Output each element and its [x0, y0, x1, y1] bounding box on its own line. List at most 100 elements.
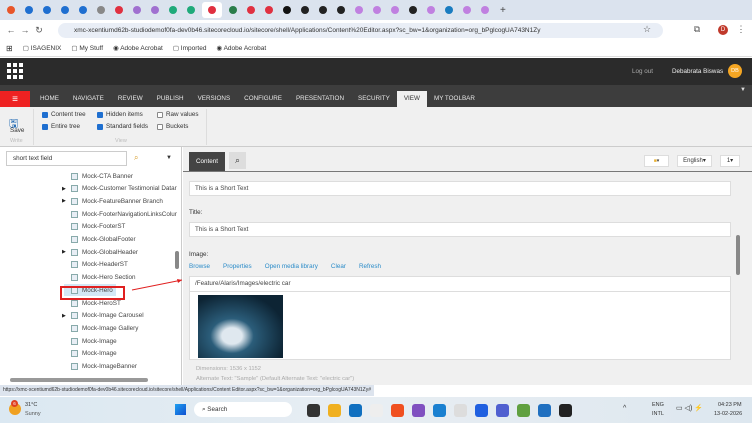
- browser-tab[interactable]: [406, 4, 420, 16]
- image-action-clear[interactable]: Clear: [331, 263, 346, 270]
- checkbox-buckets[interactable]: Buckets: [157, 123, 188, 130]
- star-icon[interactable]: ☆: [640, 24, 654, 35]
- browser-tab[interactable]: [298, 4, 312, 16]
- tree-item[interactable]: Mock-Image: [64, 348, 117, 360]
- browser-tab[interactable]: [22, 4, 36, 16]
- browser-tab[interactable]: [226, 4, 240, 16]
- browser-tab[interactable]: [478, 4, 492, 16]
- ribbon-tab-home[interactable]: HOME: [33, 91, 66, 107]
- browser-tab[interactable]: [316, 4, 330, 16]
- expand-arrow-icon[interactable]: ▶: [62, 186, 66, 192]
- tree-item[interactable]: Mock-FooterST: [64, 221, 125, 233]
- browser-tab[interactable]: [280, 4, 294, 16]
- checkbox-box[interactable]: [42, 123, 48, 130]
- forward-icon[interactable]: →: [18, 25, 32, 35]
- taskbar-app-icon[interactable]: [328, 404, 341, 417]
- browser-tab[interactable]: [262, 4, 276, 16]
- ribbon-tab-configure[interactable]: CONFIGURE: [237, 91, 289, 107]
- image-action-properties[interactable]: Properties: [223, 263, 252, 270]
- ribbon-collapse-icon[interactable]: ▼: [740, 87, 746, 93]
- ribbon-tab-security[interactable]: SECURITY: [351, 91, 397, 107]
- search-dropdown-icon[interactable]: ▼: [166, 155, 172, 161]
- browser-tab[interactable]: [76, 4, 90, 16]
- browser-tab[interactable]: [184, 4, 198, 16]
- bookmark[interactable]: ◉ Adobe Acrobat: [113, 44, 163, 52]
- image-action-refresh[interactable]: Refresh: [359, 263, 381, 270]
- browser-tab[interactable]: [130, 4, 144, 16]
- tree-vertical-scrollbar[interactable]: [175, 251, 179, 269]
- clock-date[interactable]: 13-02-2026: [714, 411, 742, 417]
- taskbar-app-icon[interactable]: [433, 404, 446, 417]
- menu-icon[interactable]: ⋮: [734, 24, 748, 35]
- browser-tab[interactable]: [202, 2, 222, 18]
- browser-tab[interactable]: [112, 4, 126, 16]
- tree-item[interactable]: Mock-CTA Banner: [64, 170, 133, 182]
- tree-item[interactable]: Mock-HeaderST: [64, 259, 128, 271]
- taskbar-search[interactable]: ⌕ Search: [194, 402, 292, 417]
- ribbon-tab-presentation[interactable]: PRESENTATION: [289, 91, 351, 107]
- browser-tab[interactable]: [460, 4, 474, 16]
- checkbox-content-tree[interactable]: Content tree: [42, 111, 86, 118]
- taskbar-app-icon[interactable]: [559, 404, 572, 417]
- ribbon-tab-view[interactable]: VIEW: [396, 91, 427, 107]
- browser-tab[interactable]: [370, 4, 384, 16]
- title-field[interactable]: This is a Short Text: [189, 222, 731, 237]
- logout-link[interactable]: Log out: [632, 68, 653, 75]
- tree-item[interactable]: Mock-FooterNavigationLinksColur: [64, 208, 177, 220]
- language-dropdown[interactable]: English▾: [677, 155, 712, 167]
- network-sound-icons[interactable]: ▭ ◁) ⚡: [676, 404, 703, 412]
- expand-arrow-icon[interactable]: ▶: [62, 198, 66, 204]
- expand-arrow-icon[interactable]: ▶: [62, 249, 66, 255]
- taskbar-app-icon[interactable]: [538, 404, 551, 417]
- browser-tab[interactable]: [244, 4, 258, 16]
- bookmark[interactable]: ▢ My Stuff: [71, 44, 103, 52]
- checkbox-box[interactable]: [97, 123, 103, 130]
- ribbon-tab-navigate[interactable]: NAVIGATE: [66, 91, 111, 107]
- taskbar-app-icon[interactable]: [391, 404, 404, 417]
- reload-icon[interactable]: ↻: [32, 25, 46, 36]
- taskbar-app-icon[interactable]: [454, 404, 467, 417]
- checkbox-standard-fields[interactable]: Standard fields: [97, 123, 148, 130]
- tree-item[interactable]: ▶ Mock-GlobalHeader: [62, 246, 138, 258]
- user-avatar[interactable]: DB: [728, 64, 742, 78]
- browser-tab[interactable]: [40, 4, 54, 16]
- language-indicator[interactable]: ENG: [652, 402, 664, 408]
- tree-item[interactable]: ▶ Mock-FeatureBanner Branch: [62, 195, 163, 207]
- taskbar-app-icon[interactable]: [475, 404, 488, 417]
- short-text-field[interactable]: This is a Short Text: [189, 181, 731, 196]
- extensions-icon[interactable]: ⧉: [690, 24, 704, 35]
- browser-tab[interactable]: [166, 4, 180, 16]
- taskbar-app-icon[interactable]: [349, 404, 362, 417]
- checkbox-box[interactable]: [42, 111, 48, 118]
- checkbox-entire-tree[interactable]: Entire tree: [42, 123, 80, 130]
- tree-item[interactable]: ▶ Mock-Image Carousel: [62, 310, 144, 322]
- tree-item[interactable]: Mock-GlobalFooter: [64, 234, 136, 246]
- hamburger-menu-icon[interactable]: ≡: [0, 91, 30, 107]
- browser-tab[interactable]: [58, 4, 72, 16]
- editor-vertical-scrollbar[interactable]: [736, 235, 740, 275]
- clock-time[interactable]: 04:23 PM: [718, 402, 742, 408]
- browser-tab[interactable]: [148, 4, 162, 16]
- ribbon-tab-review[interactable]: REVIEW: [111, 91, 150, 107]
- back-icon[interactable]: ←: [4, 25, 18, 35]
- profile-avatar[interactable]: D: [718, 25, 728, 35]
- save-button[interactable]: Save: [10, 127, 24, 134]
- image-action-open-media-library[interactable]: Open media library: [265, 263, 318, 270]
- ribbon-tab-my-toolbar[interactable]: MY TOOLBAR: [427, 91, 482, 107]
- new-tab-button[interactable]: +: [500, 5, 506, 16]
- search-tab-icon[interactable]: ⌕: [229, 152, 246, 169]
- browser-tab[interactable]: [334, 4, 348, 16]
- apps-icon[interactable]: ⊞: [6, 44, 13, 53]
- browser-tab[interactable]: [352, 4, 366, 16]
- browser-tab[interactable]: [94, 4, 108, 16]
- ribbon-tab-publish[interactable]: PUBLISH: [150, 91, 191, 107]
- browser-tab[interactable]: [388, 4, 402, 16]
- bookmark[interactable]: ▢ ISAGENIX: [23, 44, 62, 52]
- keyboard-layout[interactable]: INTL: [652, 411, 664, 417]
- expand-arrow-icon[interactable]: ▶: [62, 313, 66, 319]
- taskbar-app-icon[interactable]: [370, 404, 383, 417]
- bookmark[interactable]: ▢ Imported: [173, 44, 207, 52]
- bookmark[interactable]: ◉ Adobe Acrobat: [216, 44, 266, 52]
- windows-start-icon[interactable]: [175, 404, 186, 415]
- url-input[interactable]: xmc-xcentiumd62b-studiodemof0fa-dev0b46.…: [58, 23, 663, 38]
